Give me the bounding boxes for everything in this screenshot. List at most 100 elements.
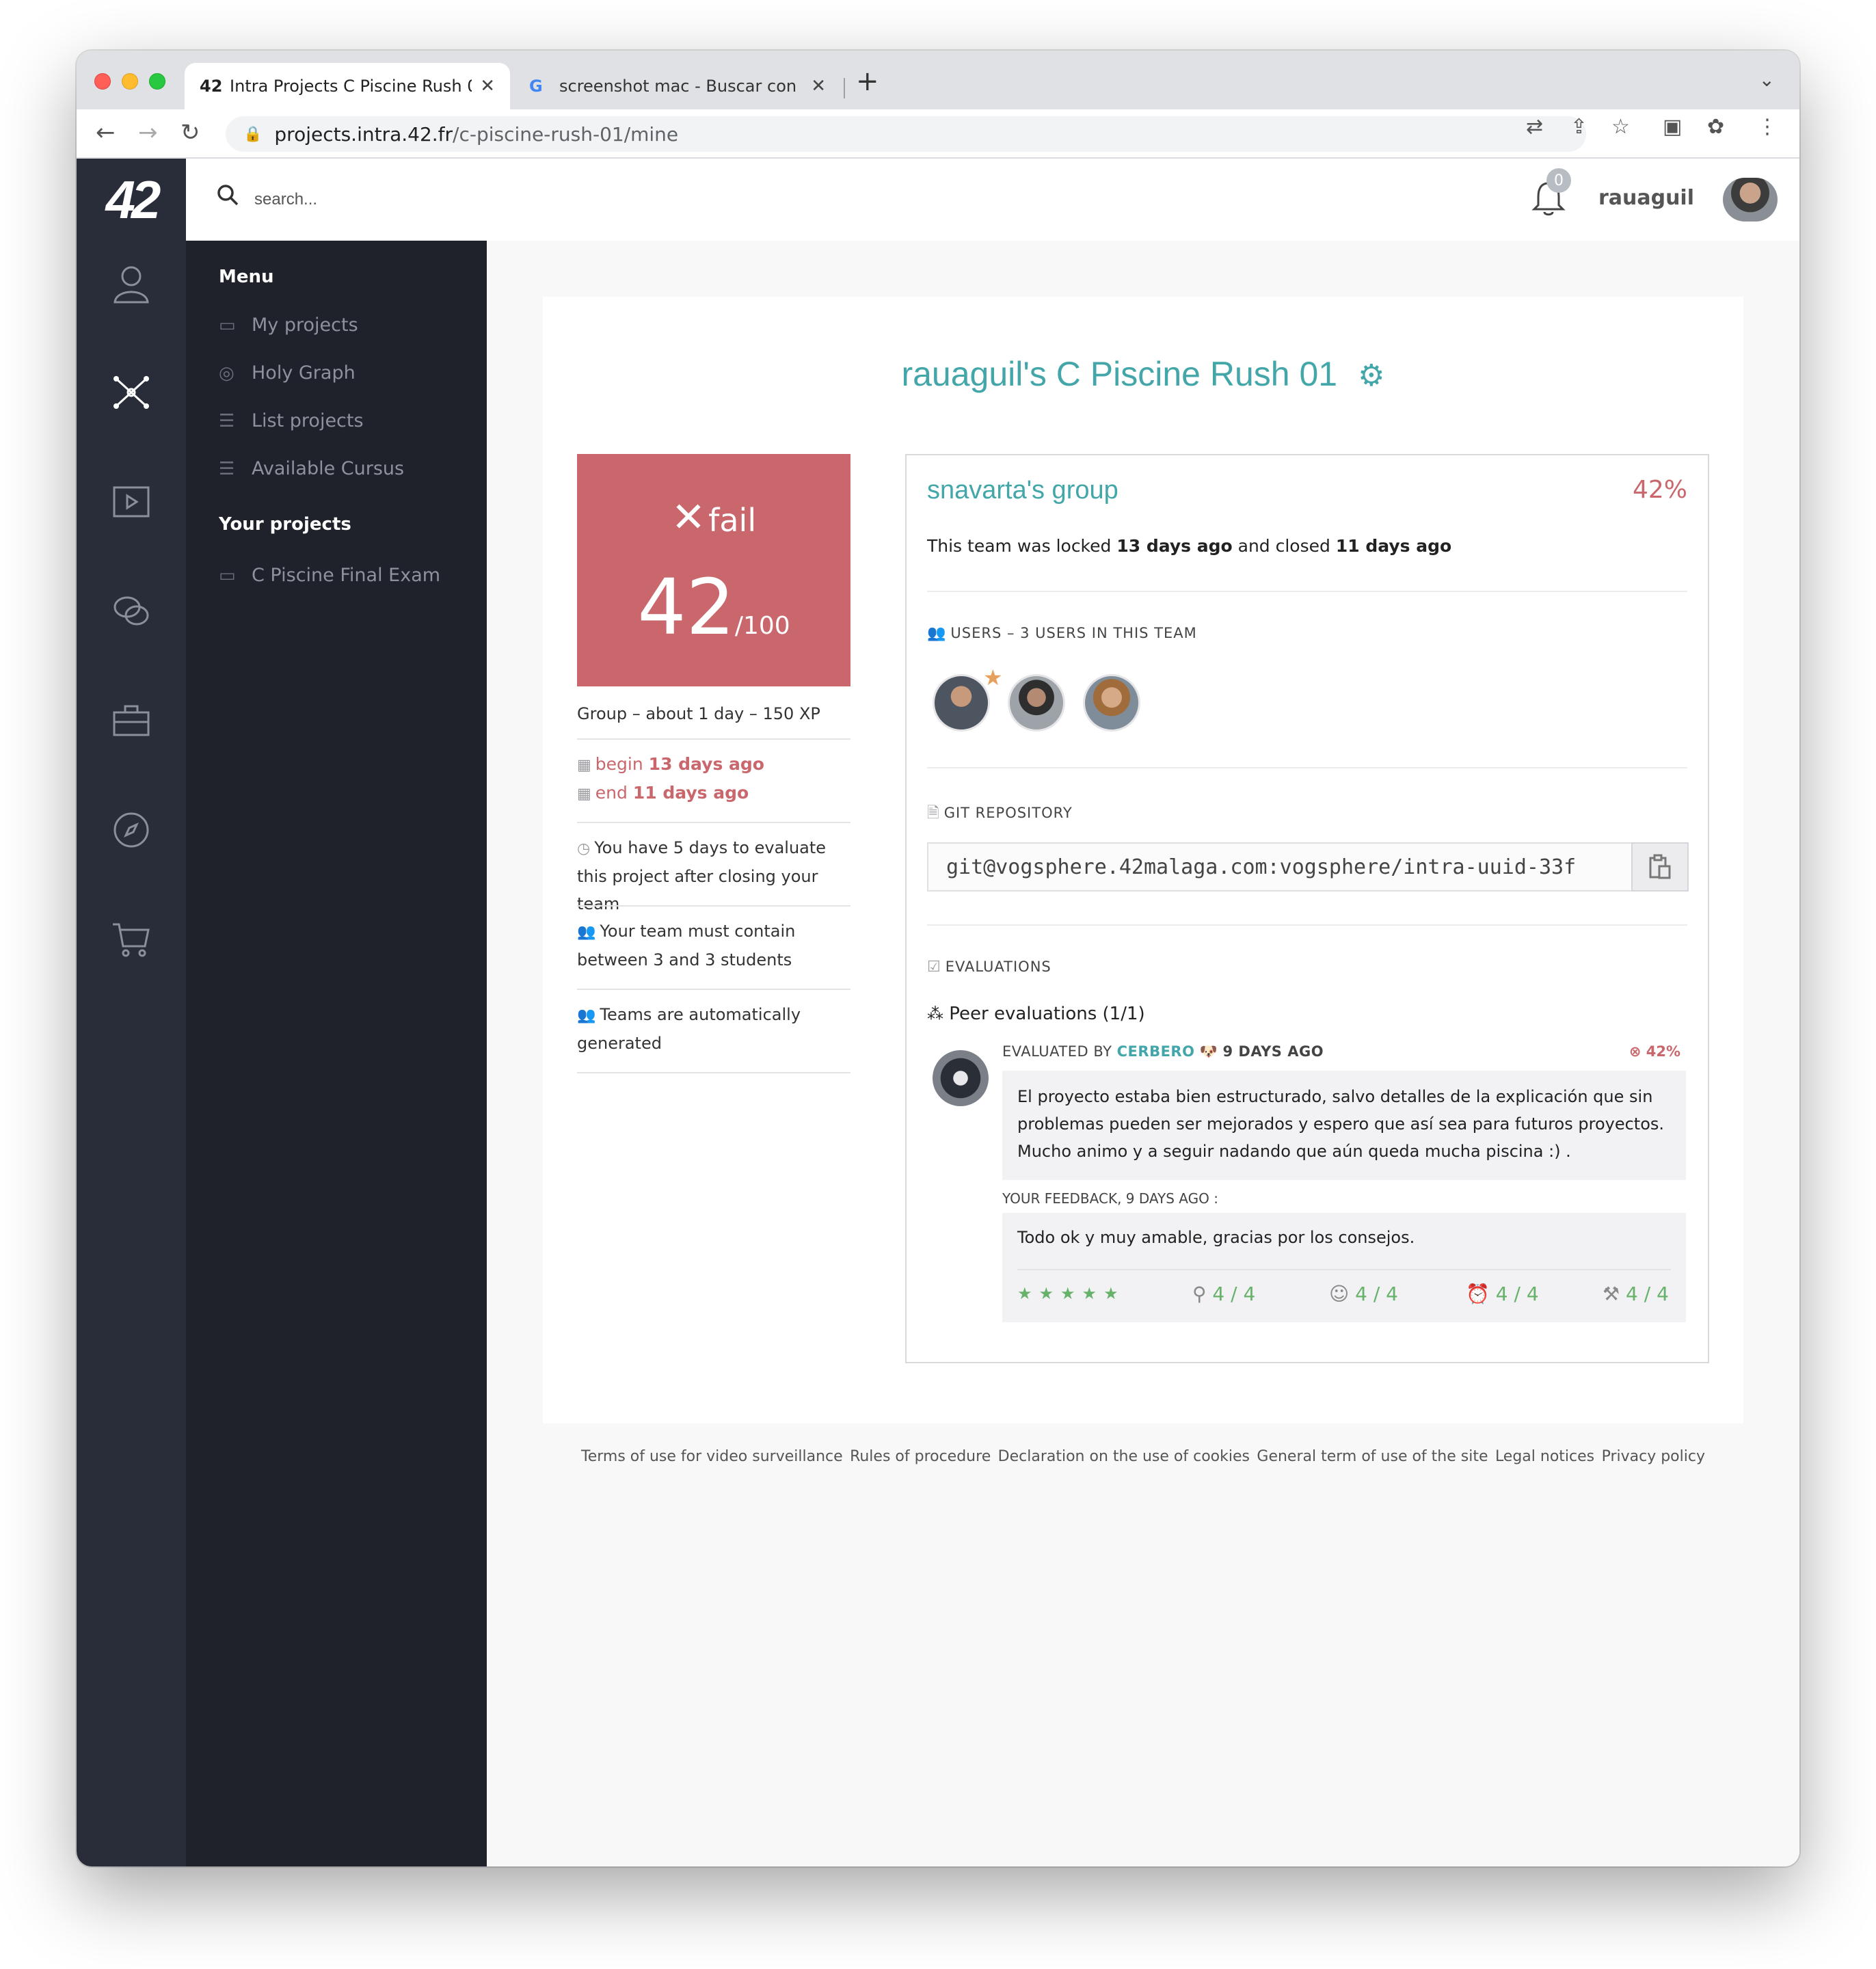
shop-cart-icon[interactable] xyxy=(104,912,159,967)
close-tab-icon[interactable]: ✕ xyxy=(480,76,495,96)
mark-max: /100 xyxy=(734,612,790,640)
divider xyxy=(1017,1269,1671,1270)
menu-item-c-piscine-final-exam[interactable]: ▭ C Piscine Final Exam xyxy=(219,565,440,586)
username-label[interactable]: rauaguil xyxy=(1598,186,1694,210)
footer-link[interactable]: General term of use of the site xyxy=(1257,1448,1488,1465)
team-size-note: 👥 Your team must contain between 3 and 3 … xyxy=(577,922,796,969)
menu-item-my-projects[interactable]: ▭ My projects xyxy=(219,314,358,336)
peer-network-icon: ⁂ xyxy=(927,1004,943,1023)
teams-note: 👥 Teams are automatically generated xyxy=(577,1005,801,1053)
profile-icon[interactable] xyxy=(104,256,159,310)
team-member-avatar[interactable] xyxy=(1083,674,1140,732)
address-bar[interactable]: 🔒 projects.intra.42.fr/c-piscine-rush-01… xyxy=(226,116,1586,152)
final-mark: 42 xyxy=(637,563,735,652)
more-menu-icon[interactable]: ⋮ xyxy=(1757,115,1778,139)
folder-icon: ▭ xyxy=(219,565,236,586)
tab-google-search[interactable]: G screenshot mac - Buscar con G ✕ xyxy=(514,63,841,109)
score-box: ✕fail 42/100 xyxy=(577,454,850,686)
file-icon: 🗎 xyxy=(927,805,940,822)
back-arrow-icon[interactable]: ← xyxy=(96,119,116,146)
project-card: rauaguil's C Piscine Rush 01 ⚙ ✕fail 42/1… xyxy=(543,297,1743,1423)
projects-graph-icon[interactable] xyxy=(104,365,159,420)
new-tab-button[interactable]: + xyxy=(856,66,879,97)
group-name[interactable]: snavarta's group xyxy=(927,476,1118,505)
42-favicon-icon: 42 xyxy=(200,77,223,96)
menu-item-available-cursus[interactable]: ☰ Available Cursus xyxy=(219,458,404,479)
footer-link[interactable]: Declaration on the use of cookies xyxy=(998,1448,1250,1465)
tab-bar: 42 Intra Projects C Piscine Rush 0 ✕ G s… xyxy=(77,51,1799,109)
intra-app: 42 search... 0 rauaguil Menu ▭ My projec… xyxy=(77,159,1799,1866)
reload-icon[interactable]: ↻ xyxy=(180,119,200,146)
copy-clipboard-button[interactable] xyxy=(1631,842,1689,892)
42-logo[interactable]: 42 xyxy=(77,159,186,241)
forward-arrow-icon[interactable]: → xyxy=(138,119,158,146)
divider xyxy=(927,591,1687,592)
feedback-text: Todo ok y muy amable, gracias por los co… xyxy=(1017,1228,1415,1247)
search-input[interactable] xyxy=(254,183,665,216)
evaluation-comment: El proyecto estaba bien estructurado, sa… xyxy=(1002,1071,1686,1180)
close-window-button[interactable] xyxy=(94,73,111,90)
rating-interest: ⚲ 4 / 4 xyxy=(1192,1283,1256,1305)
user-avatar[interactable] xyxy=(1723,178,1778,222)
forum-chat-icon[interactable] xyxy=(104,584,159,639)
footer-link[interactable]: Legal notices xyxy=(1495,1448,1594,1465)
tab-search-icon[interactable]: ⌄ xyxy=(1759,68,1775,91)
menu-title: Menu xyxy=(219,267,274,287)
hammer-icon: ⚒ xyxy=(1603,1283,1620,1305)
main-content: rauaguil's C Piscine Rush 01 ⚙ ✕fail 42/1… xyxy=(487,241,1799,1866)
footer-link[interactable]: Privacy policy xyxy=(1602,1448,1705,1465)
divider xyxy=(927,767,1687,768)
rating-smile: ☺ 4 / 4 xyxy=(1329,1283,1398,1305)
begin-date: ▦ begin 13 days ago xyxy=(577,754,764,774)
zoom-window-button[interactable] xyxy=(149,73,165,90)
top-bar: 0 rauaguil xyxy=(186,159,1799,241)
end-date: ▦ end 11 days ago xyxy=(577,783,749,803)
checkbox-icon: ☑ xyxy=(927,959,941,976)
minimize-window-button[interactable] xyxy=(122,73,138,90)
footer-link[interactable]: Terms of use for video surveillance xyxy=(581,1448,843,1465)
users-icon: 👥 xyxy=(577,924,596,941)
tab-separator xyxy=(844,78,845,98)
companies-briefcase-icon[interactable] xyxy=(104,693,159,748)
menu-item-label: C Piscine Final Exam xyxy=(252,565,441,586)
menu-item-label: My projects xyxy=(252,314,358,336)
divider xyxy=(577,989,850,990)
evaluated-by: EVALUATED BY CERBERO 🐶 9 DAYS AGO xyxy=(1002,1043,1324,1060)
divider xyxy=(577,1072,850,1073)
list-icon: ☰ xyxy=(219,458,235,479)
evaluator-avatar[interactable] xyxy=(933,1050,989,1106)
footer-link[interactable]: Rules of procedure xyxy=(850,1448,991,1465)
project-title: rauaguil's C Piscine Rush 01 xyxy=(901,355,1338,393)
icon-sidebar: 42 xyxy=(77,159,186,1866)
menu-item-list-projects[interactable]: ☰ List projects xyxy=(219,410,364,431)
extension-icon[interactable]: ✿ xyxy=(1707,115,1724,139)
list-icon: ☰ xyxy=(219,410,235,431)
status-label: fail xyxy=(708,502,757,539)
interest-icon: ⚲ xyxy=(1192,1283,1207,1305)
tab-intra-projects[interactable]: 42 Intra Projects C Piscine Rush 0 ✕ xyxy=(185,63,510,109)
divider xyxy=(577,738,850,740)
feedback-box: Todo ok y muy amable, gracias por los co… xyxy=(1002,1213,1686,1322)
divider xyxy=(927,924,1687,926)
project-dates: ▦ begin 13 days ago ▦ end 11 days ago xyxy=(577,751,850,808)
your-projects-title: Your projects xyxy=(219,514,351,535)
menu-panel: Menu ▭ My projects ◎ Holy Graph ☰ List p… xyxy=(186,241,487,1866)
elearning-icon[interactable] xyxy=(104,474,159,529)
team-member-avatar[interactable] xyxy=(1008,674,1065,732)
menu-item-holy-graph[interactable]: ◎ Holy Graph xyxy=(219,362,356,384)
side-panel-icon[interactable]: ▣ xyxy=(1663,115,1682,139)
briefcase-icon: ▭ xyxy=(219,314,236,336)
search-icon[interactable] xyxy=(216,183,239,213)
bookmark-star-icon[interactable]: ☆ xyxy=(1611,115,1630,139)
score-status: ✕fail xyxy=(577,494,850,541)
calendar-icon: ▦ xyxy=(577,757,591,774)
team-member-avatar[interactable] xyxy=(933,674,990,732)
share-icon[interactable]: ⇪ xyxy=(1570,115,1587,139)
git-repository-field[interactable]: git@vogsphere.42malaga.com:vogsphere/int… xyxy=(927,842,1631,892)
browser-window: 42 Intra Projects C Piscine Rush 0 ✕ G s… xyxy=(77,51,1799,1866)
close-tab-icon[interactable]: ✕ xyxy=(811,76,826,96)
translate-icon[interactable]: ⇄ xyxy=(1526,115,1543,139)
gear-icon[interactable]: ⚙ xyxy=(1358,359,1384,392)
tab-title: screenshot mac - Buscar con G xyxy=(559,77,803,96)
compass-icon[interactable] xyxy=(104,803,159,857)
